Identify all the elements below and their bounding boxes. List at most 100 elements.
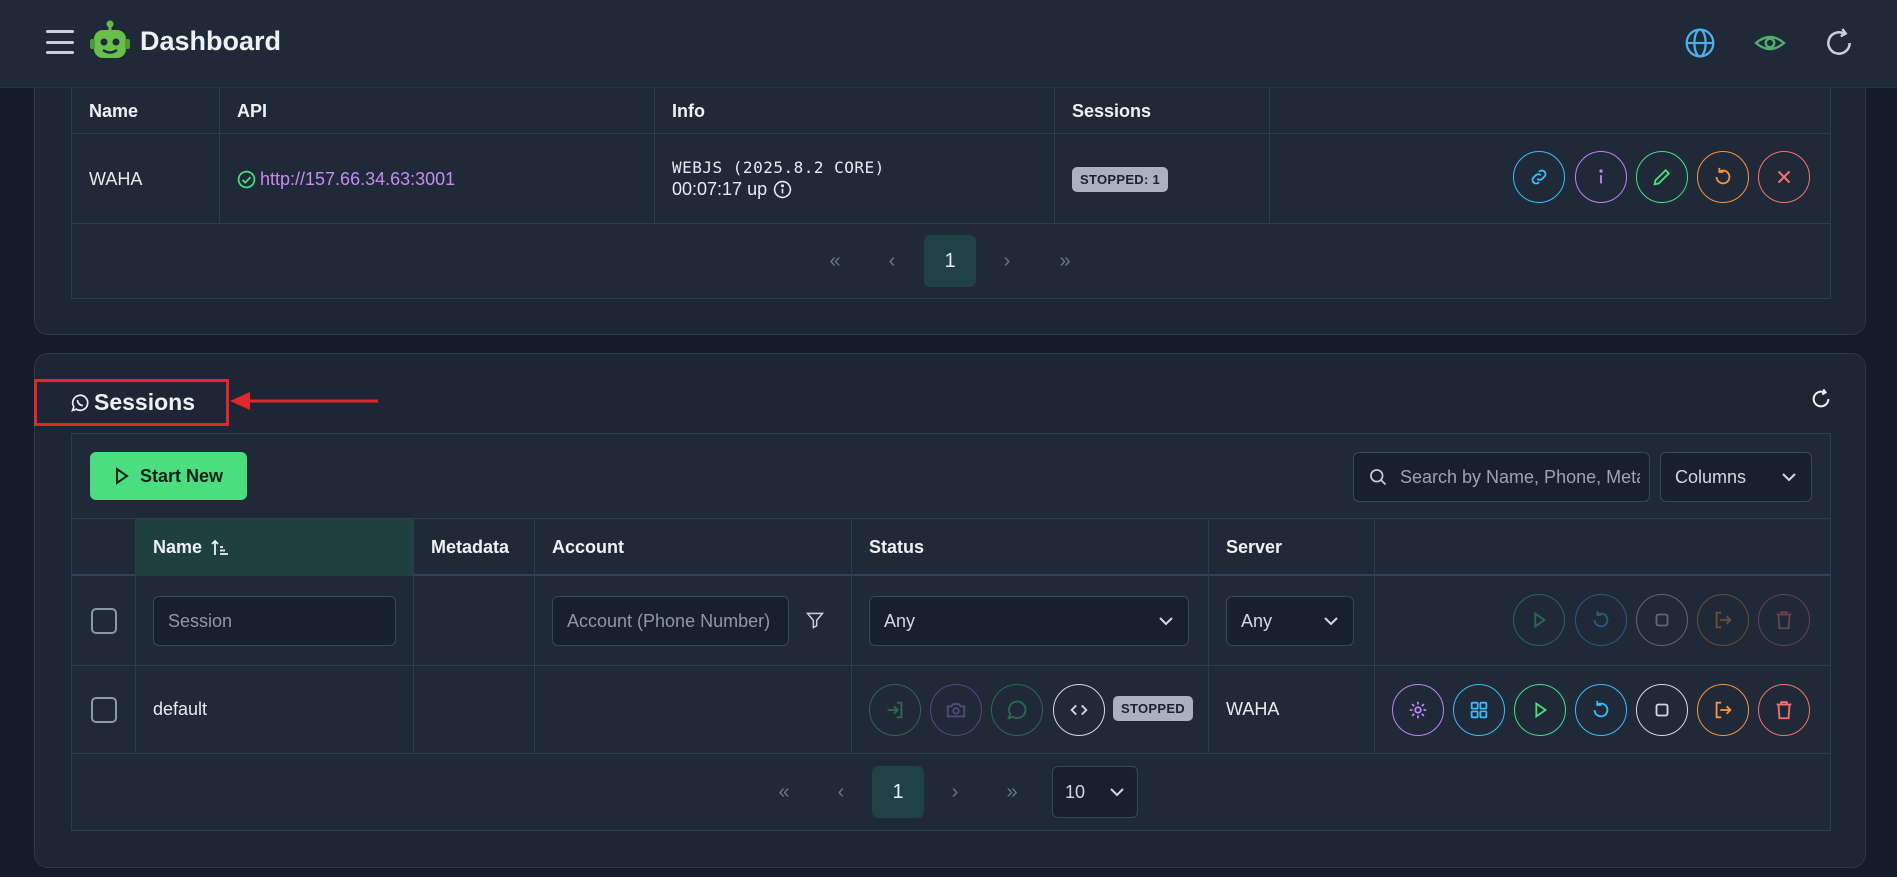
status-filter-select[interactable]: Any (869, 596, 1189, 646)
account-filter-input[interactable]: Account (Phone Number) (552, 596, 789, 646)
pager-page-1[interactable]: 1 (872, 766, 924, 818)
link-icon (1531, 169, 1547, 185)
logout-session-button[interactable] (1697, 684, 1749, 736)
check-circle-icon (237, 170, 256, 188)
refresh-icon[interactable] (1823, 27, 1855, 59)
pencil-icon (1653, 168, 1671, 186)
annotation-highlight-box (34, 379, 229, 426)
bulk-stop-button[interactable] (1636, 594, 1688, 646)
play-icon (1534, 611, 1547, 629)
delete-server-button[interactable] (1758, 151, 1810, 203)
session-metadata (414, 666, 535, 753)
eye-icon[interactable] (1754, 27, 1786, 59)
filter-metadata-cell (414, 576, 535, 665)
start-session-button[interactable] (1514, 684, 1566, 736)
rotate-icon (1593, 610, 1609, 628)
trash-icon (1776, 701, 1792, 720)
rotate-icon (1593, 700, 1609, 718)
logout-icon (1715, 611, 1732, 629)
status-badge: STOPPED: 1 (1072, 166, 1169, 192)
search-input[interactable] (1400, 466, 1640, 488)
sessions-refresh-icon[interactable] (1810, 388, 1832, 410)
login-icon (887, 701, 903, 719)
search-icon (1370, 469, 1387, 486)
column-header-actions (1270, 88, 1832, 134)
login-button[interactable] (869, 684, 921, 736)
select-all-checkbox[interactable] (91, 608, 117, 634)
pager-next[interactable]: › (981, 235, 1033, 287)
bulk-restart-button[interactable] (1575, 594, 1627, 646)
column-header-info[interactable]: Info (655, 88, 1055, 134)
bulk-logout-button[interactable] (1697, 594, 1749, 646)
session-filter-input[interactable]: Session (153, 596, 396, 646)
pager-next[interactable]: › (929, 766, 981, 818)
column-header-account[interactable]: Account (535, 519, 852, 576)
stop-icon (1655, 703, 1669, 717)
link-button[interactable] (1513, 151, 1565, 203)
columns-select[interactable]: Columns (1660, 452, 1812, 502)
session-name: default (136, 666, 414, 753)
grid-icon (1470, 701, 1488, 719)
edit-button[interactable] (1636, 151, 1688, 203)
sessions-header-row: Name Metadata Account Status Server (72, 518, 1830, 576)
column-header-name[interactable]: Name (136, 519, 414, 576)
row-checkbox[interactable] (91, 697, 117, 723)
code-icon (1070, 704, 1088, 716)
trash-icon (1776, 611, 1792, 630)
search-box[interactable] (1353, 452, 1650, 502)
column-header-actions (1375, 519, 1830, 576)
status-filter-label: Any (884, 610, 916, 631)
top-navbar: Dashboard (0, 0, 1897, 87)
column-header-sessions[interactable]: Sessions (1055, 88, 1270, 134)
close-icon (1777, 170, 1791, 184)
pager-prev[interactable]: ‹ (815, 766, 867, 818)
table-header-row: Name API Info Sessions (72, 88, 1830, 134)
column-header-server[interactable]: Server (1209, 519, 1375, 576)
menu-icon[interactable] (46, 30, 74, 54)
column-header-api[interactable]: API (220, 88, 655, 134)
app-title: Dashboard (140, 26, 282, 56)
globe-icon[interactable] (1684, 27, 1716, 59)
info-button[interactable] (1575, 151, 1627, 203)
start-new-label: Start New (139, 465, 224, 486)
server-info-cell: WEBJS (2025.8.2 CORE) 00:07:17 up (655, 134, 1055, 224)
apps-button[interactable] (1453, 684, 1505, 736)
start-new-button[interactable]: Start New (90, 452, 247, 500)
chevron-down-icon (1324, 617, 1338, 626)
code-button[interactable] (1053, 684, 1105, 736)
restart-button[interactable] (1697, 151, 1749, 203)
settings-button[interactable] (1392, 684, 1444, 736)
status-badge: STOPPED (1113, 696, 1193, 721)
server-sessions-cell: STOPPED: 1 (1055, 134, 1270, 224)
session-server: WAHA (1209, 666, 1375, 753)
pager-first[interactable]: « (809, 235, 861, 287)
column-header-status[interactable]: Status (852, 519, 1209, 576)
server-api-link[interactable]: http://157.66.34.63:3001 (260, 169, 455, 190)
stop-session-button[interactable] (1636, 684, 1688, 736)
info-icon[interactable] (773, 180, 792, 199)
pager-prev[interactable]: ‹ (866, 235, 918, 287)
pager-first[interactable]: « (758, 766, 810, 818)
column-header-metadata[interactable]: Metadata (414, 519, 535, 576)
play-icon (115, 467, 129, 485)
server-filter-select[interactable]: Any (1226, 596, 1354, 646)
info-i-icon (1599, 169, 1603, 184)
server-uptime: 00:07:17 up (672, 179, 768, 199)
table-row: WAHA http://157.66.34.63:3001 WEBJS (202… (72, 134, 1830, 224)
bulk-delete-button[interactable] (1758, 594, 1810, 646)
page-size-select[interactable]: 10 (1052, 766, 1138, 818)
restart-session-button[interactable] (1575, 684, 1627, 736)
gear-icon (1409, 701, 1427, 719)
pager-page-1[interactable]: 1 (924, 235, 976, 287)
robot-logo (90, 20, 130, 58)
whatsapp-button[interactable] (991, 684, 1043, 736)
column-header-name[interactable]: Name (72, 88, 220, 134)
camera-icon (946, 703, 966, 718)
delete-session-button[interactable] (1758, 684, 1810, 736)
bulk-start-button[interactable] (1513, 594, 1565, 646)
screenshot-button[interactable] (930, 684, 982, 736)
pager-last[interactable]: » (986, 766, 1038, 818)
pager-last[interactable]: » (1039, 235, 1091, 287)
columns-select-label: Columns (1675, 466, 1747, 487)
filter-icon[interactable] (805, 610, 825, 630)
